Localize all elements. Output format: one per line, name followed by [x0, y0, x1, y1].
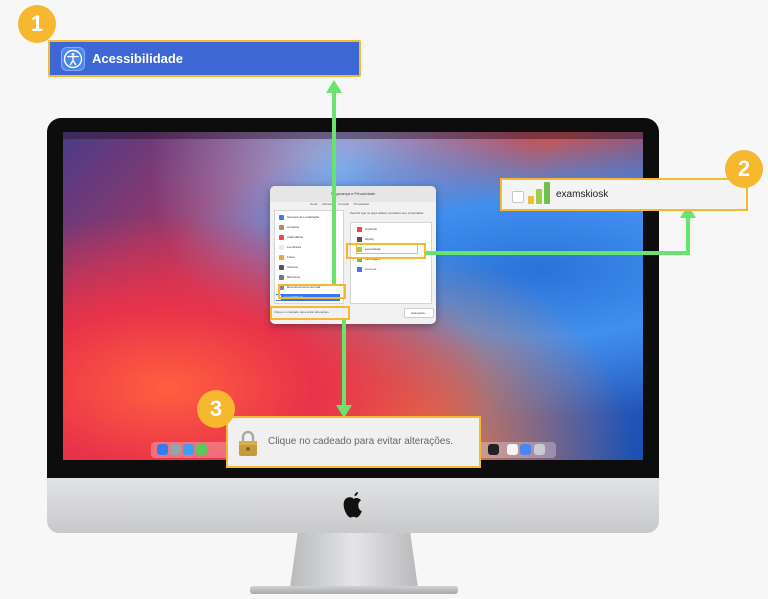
list-item[interactable]: airplay [357, 235, 417, 243]
accessibility-icon [63, 49, 83, 69]
dock-app-icon[interactable] [157, 444, 168, 455]
sidebar-item[interactable]: Microfone [279, 274, 337, 281]
tab-privacy[interactable]: Privacidade [354, 202, 370, 206]
sidebar-item-label: Serviços de Localização [287, 215, 320, 219]
dock-app-icon[interactable] [507, 444, 518, 455]
sidebar-item-label: Microfone [287, 275, 301, 279]
sidebar-item[interactable]: Calendários [279, 234, 337, 241]
advanced-button[interactable]: Avançado... [404, 308, 434, 318]
arrow-to-callout-1 [332, 92, 336, 284]
app-list: AnyDesk airplay examskiosk Mensagens zoo… [350, 222, 432, 304]
app-icon-bar [528, 196, 534, 204]
callout-examskiosk-label: examskiosk [556, 189, 609, 200]
sidebar-item-icon [279, 244, 284, 250]
dock-app-icon[interactable] [488, 444, 499, 455]
callout-accessibility-label: Acessibilidade [92, 51, 184, 66]
list-item[interactable]: zoom.us [357, 265, 417, 273]
sidebar-item-icon [279, 264, 284, 270]
sidebar-item-label: Lembretes [287, 245, 302, 249]
lock-icon [239, 430, 257, 456]
sidebar-item-label: Calendários [287, 235, 304, 239]
tab-firewall[interactable]: Firewall [338, 202, 348, 206]
highlight-lock-hint [270, 306, 350, 320]
imac-stand-base [250, 586, 458, 594]
window-title: Segurança e Privacidade [270, 186, 436, 202]
arrow-head-up-icon [326, 80, 342, 93]
sidebar-item-label: Fotos [287, 255, 295, 259]
apple-logo-icon [343, 492, 362, 518]
sidebar-item[interactable]: Câmera [279, 264, 337, 271]
arrow-to-callout-2 [426, 251, 690, 255]
step-badge-3: 3 [197, 390, 235, 428]
dock-app-icon[interactable] [196, 444, 207, 455]
callout-accessibility: Acessibilidade [48, 40, 361, 77]
step-badge-1: 1 [18, 5, 56, 43]
step-badge-2: 2 [725, 150, 763, 188]
callout-lock: Clique no cadeado para evitar alterações… [226, 416, 481, 468]
highlight-accessibility-item [278, 284, 346, 299]
sidebar-item[interactable]: Lembretes [279, 244, 337, 251]
sidebar-item[interactable]: Contatos [279, 224, 337, 231]
sidebar-item-icon [279, 254, 284, 260]
list-item[interactable]: AnyDesk [357, 225, 417, 233]
sidebar-item-icon [279, 214, 284, 220]
dock-app-icon[interactable] [183, 444, 194, 455]
imac-stand [290, 533, 418, 588]
app-icon [357, 236, 362, 242]
list-item-label: AnyDesk [365, 227, 378, 231]
sidebar-item-label: Contatos [287, 225, 300, 229]
accessibility-icon [61, 47, 85, 71]
apple-logo-icon [336, 489, 370, 523]
app-icon [357, 266, 362, 272]
tab-general[interactable]: Geral [310, 202, 317, 206]
arrow-to-callout-2-vertical [686, 218, 690, 255]
app-icon-bar [544, 182, 550, 204]
window-tabs: Geral FileVault Firewall Privacidade [310, 202, 400, 208]
arrow-to-callout-3 [342, 320, 346, 406]
sidebar-item-icon [279, 234, 284, 240]
sidebar-item[interactable]: Serviços de Localização [279, 214, 337, 221]
sidebar-item-label: Câmera [287, 265, 298, 269]
lock-icon[interactable] [237, 429, 259, 457]
examskiosk-checkbox[interactable] [512, 191, 524, 203]
callout-examskiosk: examskiosk [500, 178, 748, 211]
sidebar-item-icon [279, 274, 284, 280]
dock-app-icon[interactable] [170, 444, 181, 455]
examskiosk-app-icon [528, 182, 552, 208]
menu-bar [63, 132, 643, 139]
highlight-examskiosk-item [346, 243, 426, 259]
trash-icon[interactable] [534, 444, 545, 455]
sidebar-item-icon [279, 224, 284, 230]
sidebar-item[interactable]: Fotos [279, 254, 337, 261]
app-icon-bar [536, 189, 542, 204]
callout-lock-label: Clique no cadeado para evitar alterações… [268, 436, 454, 447]
list-item-label: zoom.us [365, 267, 377, 271]
list-item-label: airplay [365, 237, 374, 241]
app-icon [357, 226, 362, 232]
privacy-description: Permitir que os apps abaixo controlem se… [350, 211, 425, 215]
dock-app-icon[interactable] [520, 444, 531, 455]
